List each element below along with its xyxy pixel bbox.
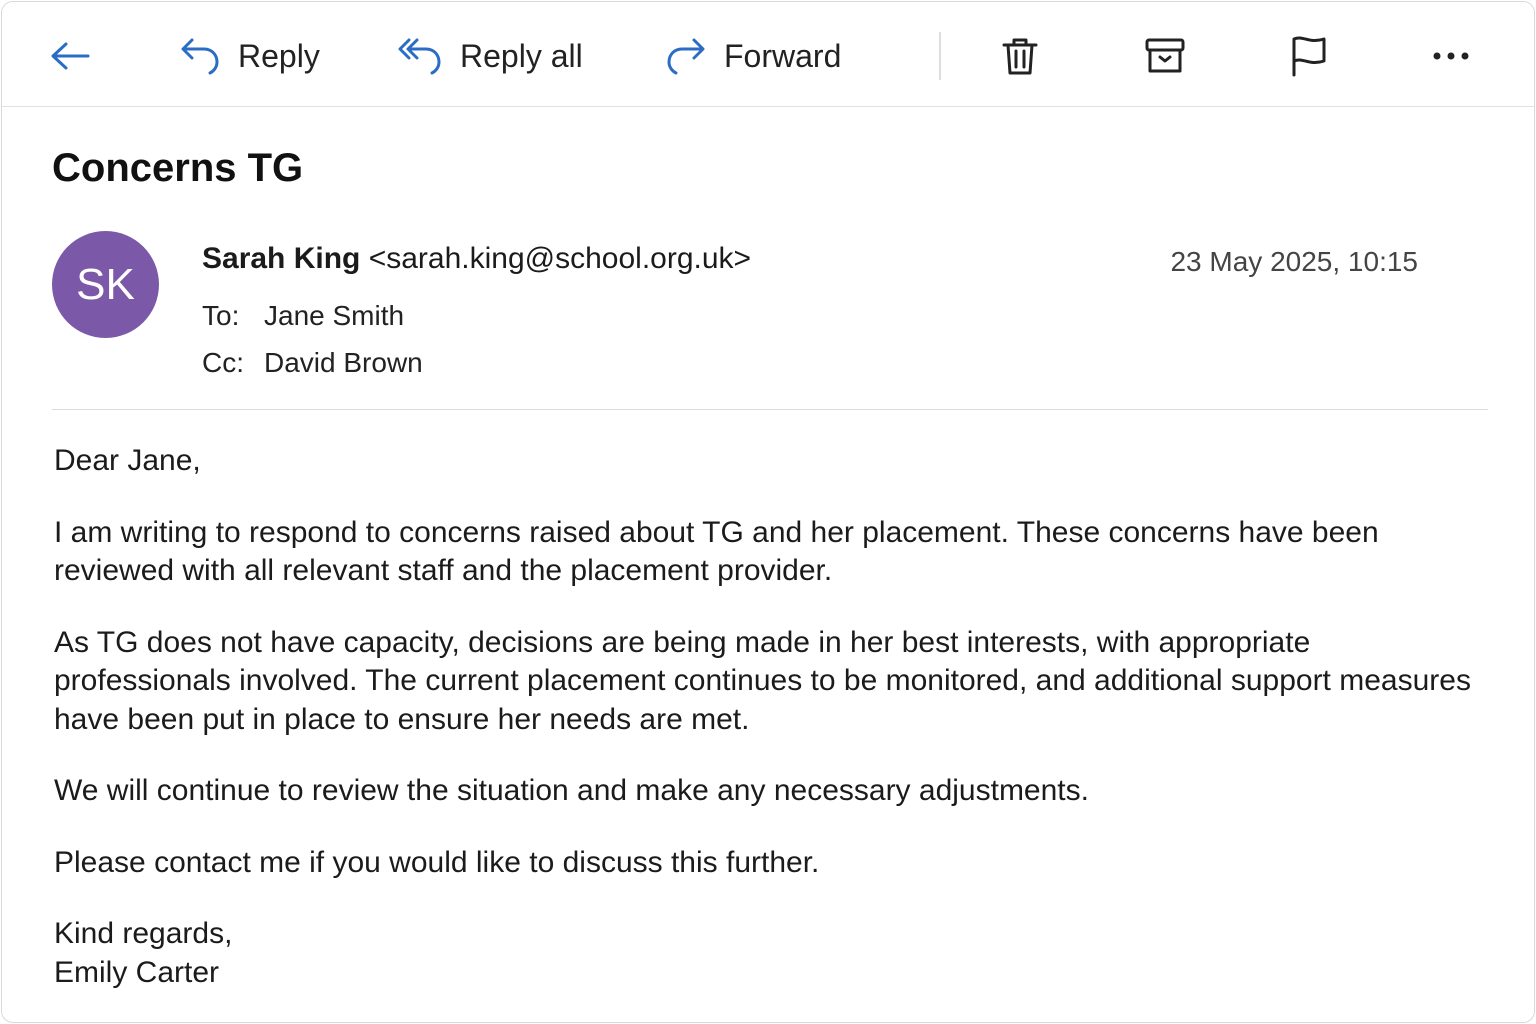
to-recipient[interactable]: Jane Smith	[264, 300, 404, 331]
forward-icon	[667, 38, 705, 75]
email-body: Dear Jane, I am writing to respond to co…	[54, 442, 1474, 992]
email-date: 23 May 2025, 10:15	[1170, 246, 1418, 277]
flag-icon	[1292, 36, 1326, 77]
forward-label: Forward	[724, 37, 842, 74]
greeting: Dear Jane,	[54, 444, 201, 477]
sender-line: Sarah King <sarah.king@school.org.uk>	[202, 242, 751, 276]
cc-line: Cc: David Brown	[202, 347, 423, 379]
sender-name[interactable]: Sarah King	[202, 242, 360, 275]
signature-name: Emily Carter	[54, 955, 220, 989]
email-subject: Concerns TG	[52, 146, 304, 190]
more-icon	[1433, 52, 1469, 60]
toolbar: Reply Reply all Forward	[2, 2, 1534, 107]
body-paragraph-3: We will continue to review the situation…	[54, 774, 1089, 807]
signature-block: Kind regards, Emily Carter	[54, 915, 1474, 992]
header-divider	[52, 409, 1488, 410]
more-button[interactable]	[1432, 28, 1470, 84]
reply-label: Reply	[238, 37, 320, 74]
archive-button[interactable]	[1145, 28, 1185, 84]
reply-icon	[181, 38, 219, 75]
reply-all-icon	[398, 38, 441, 75]
reply-all-label: Reply all	[460, 37, 583, 74]
cc-label: Cc:	[202, 347, 244, 378]
delete-button[interactable]	[1001, 28, 1039, 84]
body-paragraph-1: I am writing to respond to concerns rais…	[54, 515, 1379, 588]
to-label: To:	[202, 300, 240, 331]
forward-button[interactable]: Forward	[666, 28, 841, 84]
body-paragraph-2: As TG does not have capacity, decisions …	[54, 625, 1471, 736]
toolbar-divider	[939, 32, 941, 80]
email-window: Reply Reply all Forward Concerns TG SK S…	[1, 1, 1535, 1023]
cc-recipient[interactable]: David Brown	[264, 347, 423, 378]
sender-email[interactable]: <sarah.king@school.org.uk>	[369, 242, 751, 275]
avatar-initials: SK	[76, 259, 135, 309]
arrow-left-icon	[51, 42, 90, 70]
trash-icon	[1002, 38, 1038, 75]
reply-all-button[interactable]: Reply all	[398, 28, 583, 84]
signoff: Kind regards,	[54, 917, 233, 950]
body-paragraph-4: Please contact me if you would like to d…	[54, 845, 820, 879]
reply-button[interactable]: Reply	[180, 28, 320, 84]
to-line: To: Jane Smith	[202, 300, 404, 332]
flag-button[interactable]	[1291, 28, 1327, 84]
archive-icon	[1145, 38, 1185, 73]
back-button[interactable]	[50, 28, 90, 84]
avatar: SK	[52, 231, 159, 338]
